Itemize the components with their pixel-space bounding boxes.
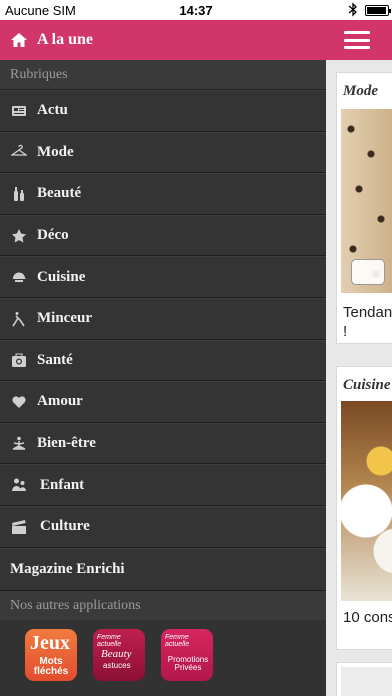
top-bar [326,20,392,60]
menu-item-label: Actu [37,102,68,119]
family-icon [10,476,28,494]
side-menu: A la une Rubriques Actu Mode Beauté Déco… [0,20,326,696]
app-icon-promotions[interactable]: Femme actuelle Promotions Privées [161,628,213,681]
menu-item-label: Bien-être [37,435,96,452]
bluetooth-icon [348,2,357,17]
menu-item-mode[interactable]: Mode [0,131,326,174]
menu-item-amour[interactable]: Amour [0,381,326,423]
menu-item-label: Minceur [37,310,92,327]
medical-kit-icon [10,351,28,369]
app-name: Promotions Privées [167,654,209,672]
cosmetics-icon [10,185,28,203]
article-card[interactable]: Mode Tendan ! [336,72,392,344]
menu-item-label: Enfant [40,476,85,493]
menu-item-culture[interactable]: Culture [0,505,326,548]
meditation-icon [10,435,28,453]
status-bar: Aucune SIM 14:37 [0,0,392,20]
newspaper-icon [10,102,28,120]
article-title: Tendan [343,304,392,321]
chef-hat-icon [10,268,28,286]
app-brand: Femme actuelle [97,633,122,648]
app-subtitle: Mots fléchés [33,655,69,677]
article-title: 10 cons [343,609,392,626]
article-image [341,401,392,601]
app-brand: Femme actuelle [165,633,190,648]
menu-item-sante[interactable]: Santé [0,339,326,382]
hamburger-menu-icon[interactable] [344,31,370,49]
menu-item-beaute[interactable]: Beauté [0,173,326,215]
app-name: Beauty [101,647,132,660]
menu-item-minceur[interactable]: Minceur [0,297,326,340]
category-tag: Cuisine [343,377,391,393]
article-image [341,667,392,696]
app-icon-jeux[interactable]: Jeux Mots fléchés [25,628,77,681]
menu-item-label: Amour [37,393,83,410]
section-label-rubriques: Rubriques [0,60,326,90]
menu-item-label: Culture [40,518,90,535]
menu-item-home[interactable]: A la une [0,20,326,60]
menu-item-label: Déco [37,227,69,244]
article-card[interactable] [336,662,392,696]
menu-item-label: Mode [37,143,74,160]
hanger-icon [10,143,28,161]
clock: 14:37 [179,3,213,18]
menu-home-label: A la une [37,31,94,48]
menu-item-label: Beauté [37,185,82,202]
app-screen: Aucune SIM 14:37 A la une Rubriques Actu… [0,0,392,696]
other-apps-list: Jeux Mots fléchés Femme actuelle Beauty … [0,620,326,681]
menu-item-label: Santé [37,351,73,368]
article-title-line2: ! [343,323,348,340]
menu-item-enfant[interactable]: Enfant [0,464,326,506]
home-icon [11,33,27,47]
gallery-icon [351,259,385,285]
menu-item-bien-etre[interactable]: Bien-être [0,422,326,465]
article-card[interactable]: Cuisine 10 cons [336,366,392,650]
menu-item-actu[interactable]: Actu [0,90,326,132]
runner-icon [10,310,28,328]
menu-item-label: Cuisine [37,268,86,285]
app-name: Jeux [30,631,70,654]
section-label-other-apps: Nos autres applications [0,590,326,620]
star-icon [10,227,28,245]
battery-icon [365,5,391,16]
menu-item-magazine-enrichi[interactable]: Magazine Enrichi [0,547,326,591]
article-feed: Mode Tendan ! Cuisine 10 cons [326,20,392,696]
app-subtitle: astuces [103,660,131,670]
menu-item-deco[interactable]: Déco [0,214,326,257]
heart-icon [10,393,28,411]
clapperboard-icon [10,518,28,536]
menu-item-cuisine[interactable]: Cuisine [0,256,326,298]
app-icon-beauty[interactable]: Femme actuelle Beauty astuces [93,628,145,681]
category-tag: Mode [343,83,378,99]
